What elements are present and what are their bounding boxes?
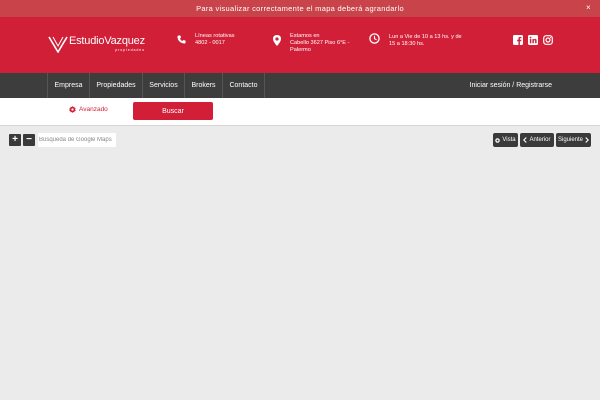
- map-notice-bar: Para visualizar correctamente el mapa de…: [0, 0, 600, 17]
- instagram-icon[interactable]: [543, 35, 553, 45]
- property-search-bar: Avanzado Buscar: [0, 98, 600, 126]
- nav-item-contacto[interactable]: Contacto: [222, 73, 265, 98]
- zoom-out-button[interactable]: −: [23, 134, 35, 146]
- next-button-label: Siguiente: [557, 137, 584, 143]
- address-street: Cabello 3627 Piso 6°E -: [290, 39, 350, 46]
- view-button-label: Vista: [502, 137, 516, 143]
- address-neighborhood: Palermo: [290, 46, 311, 53]
- phone-info: Líneas rotativas 4802 - 0017: [177, 33, 235, 47]
- previous-button[interactable]: Anterior: [520, 133, 554, 147]
- advanced-search-toggle[interactable]: Avanzado: [69, 106, 108, 113]
- map-area[interactable]: + − Vista Anterior Siguiente: [0, 127, 600, 400]
- nav-item-servicios[interactable]: Servicios: [142, 73, 184, 98]
- logo-subtitle: propiedades: [115, 48, 145, 52]
- zoom-in-button[interactable]: +: [9, 134, 21, 146]
- chevron-left-icon: [523, 137, 528, 143]
- hours-afternoon: 15 a 18:30 hs.: [389, 40, 425, 47]
- address-info: Estamos en Cabello 3627 Piso 6°E - Paler…: [273, 33, 349, 53]
- next-button[interactable]: Siguiente: [556, 133, 591, 147]
- nav-item-brokers[interactable]: Brokers: [184, 73, 222, 98]
- map-notice-text: Para visualizar correctamente el mapa de…: [196, 4, 404, 13]
- nav-item-empresa[interactable]: Empresa: [47, 73, 89, 98]
- main-nav: Empresa Propiedades Servicios Brokers Co…: [0, 73, 600, 98]
- login-register-link[interactable]: Iniciar sesión / Registrarse: [470, 73, 552, 98]
- address-label: Estamos en: [290, 33, 320, 39]
- clock-icon: [369, 33, 380, 47]
- google-maps-search-input[interactable]: [38, 133, 116, 147]
- phone-label: Líneas rotativas: [195, 33, 235, 39]
- advanced-search-label: Avanzado: [79, 106, 108, 113]
- gear-icon: [69, 106, 76, 113]
- phone-number: 4802 - 0017: [195, 39, 225, 46]
- location-pin-icon: [273, 35, 281, 49]
- logo-v-mark-icon: [48, 36, 68, 53]
- logo[interactable]: EstudioVazquez propiedades: [48, 35, 145, 53]
- chevron-right-icon: [585, 137, 589, 143]
- site-header: EstudioVazquez propiedades Líneas rotati…: [0, 17, 600, 73]
- social-links: [513, 35, 553, 45]
- phone-icon: [177, 35, 186, 47]
- close-notice-icon[interactable]: ×: [586, 3, 591, 12]
- facebook-icon[interactable]: [513, 35, 523, 45]
- eye-icon: [495, 137, 501, 143]
- linkedin-icon[interactable]: [528, 35, 538, 45]
- logo-text: EstudioVazquez: [69, 35, 145, 47]
- search-button[interactable]: Buscar: [133, 102, 213, 120]
- view-button[interactable]: Vista: [493, 133, 518, 147]
- nav-item-propiedades[interactable]: Propiedades: [89, 73, 142, 98]
- hours-weekday: Lun a Vie de 10 a 13 hs. y de: [389, 34, 462, 40]
- hours-info: Lun a Vie de 10 a 13 hs. y de 15 a 18:30…: [369, 33, 462, 48]
- previous-button-label: Anterior: [529, 137, 551, 143]
